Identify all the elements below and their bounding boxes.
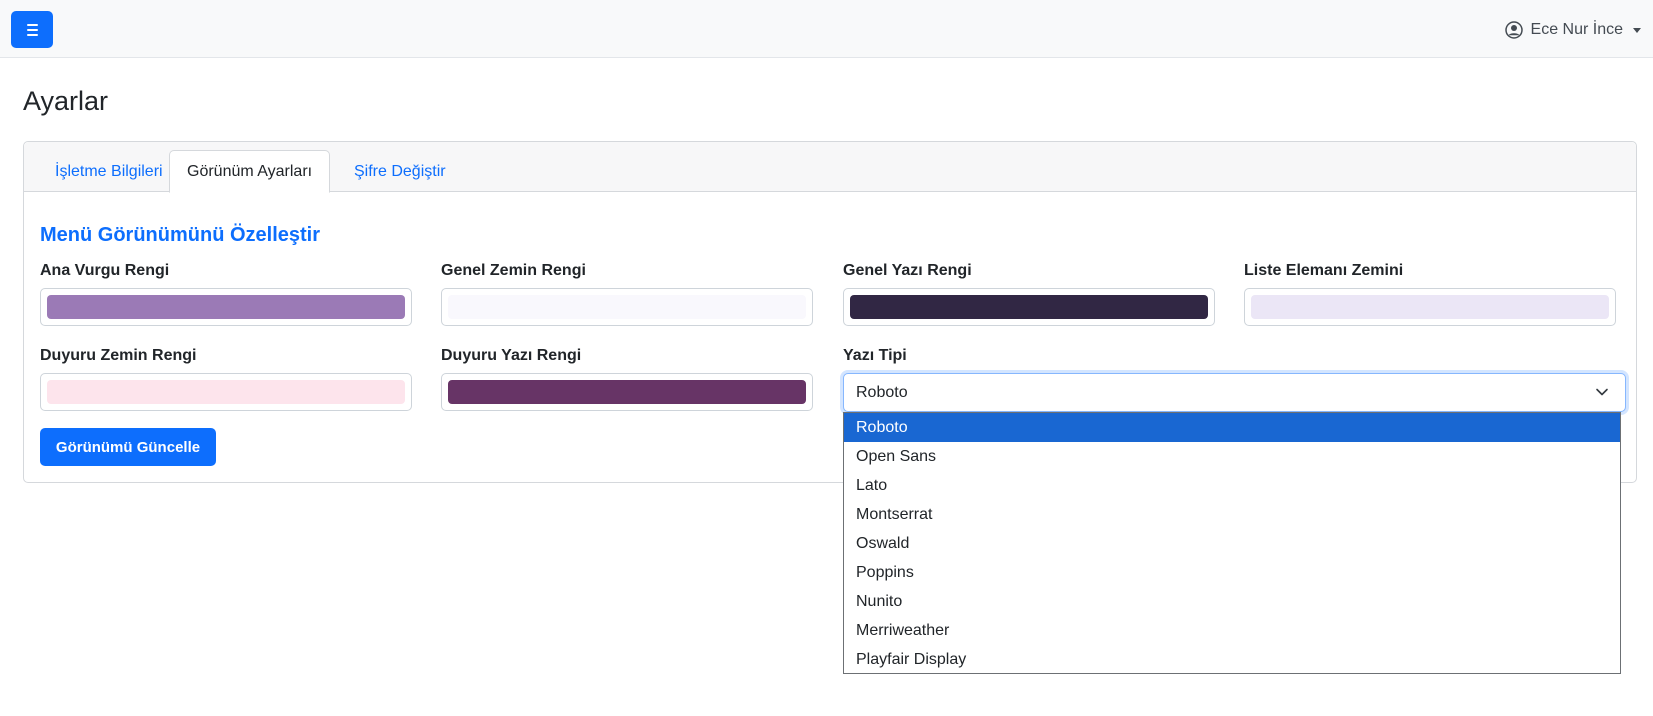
user-name: Ece Nur İnce: [1530, 21, 1623, 38]
page-title: Ayarlar: [23, 86, 109, 116]
font-option-merriweather[interactable]: Merriweather: [844, 616, 1620, 645]
field-label-list-item-background: Liste Elemanı Zemini: [1244, 262, 1404, 279]
field-label-general-text: Genel Yazı Rengi: [843, 262, 972, 279]
font-select-value: Roboto: [856, 383, 908, 401]
field-label-font: Yazı Tipi: [843, 347, 907, 364]
color-swatch: [47, 380, 405, 404]
font-select[interactable]: Roboto: [843, 373, 1626, 412]
color-input-announcement-text[interactable]: [441, 373, 813, 411]
field-label-general-background: Genel Zemin Rengi: [441, 262, 586, 279]
font-option-playfair-display[interactable]: Playfair Display: [844, 645, 1620, 674]
section-title: Menü Görünümünü Özelleştir: [40, 224, 321, 246]
font-option-oswald[interactable]: Oswald: [844, 529, 1620, 558]
color-input-general-text[interactable]: [843, 288, 1215, 326]
field-label-announcement-text: Duyuru Yazı Rengi: [441, 347, 582, 364]
font-option-montserrat[interactable]: Montserrat: [844, 500, 1620, 529]
color-input-general-background[interactable]: [441, 288, 813, 326]
font-option-nunito[interactable]: Nunito: [844, 587, 1620, 616]
font-option-poppins[interactable]: Poppins: [844, 558, 1620, 587]
font-option-roboto[interactable]: Roboto: [844, 413, 1620, 442]
color-swatch: [1251, 295, 1609, 319]
user-circle-icon: [1504, 21, 1523, 39]
color-input-announcement-background[interactable]: [40, 373, 412, 411]
tab-change-password[interactable]: Şifre Değiştir: [337, 150, 463, 193]
color-swatch: [448, 295, 806, 319]
update-appearance-button[interactable]: Görünümü Güncelle: [40, 428, 216, 466]
top-navbar: Ece Nur İnce: [0, 0, 1653, 58]
color-input-main-accent[interactable]: [40, 288, 412, 326]
tab-appearance-settings[interactable]: Görünüm Ayarları: [169, 150, 331, 193]
color-input-list-item-background[interactable]: [1244, 288, 1616, 326]
field-label-main-accent: Ana Vurgu Rengi: [40, 262, 170, 279]
field-label-announcement-background: Duyuru Zemin Rengi: [40, 347, 197, 364]
menu-toggle-button[interactable]: [11, 11, 53, 48]
color-swatch: [850, 295, 1208, 319]
font-dropdown-list: Roboto Open Sans Lato Montserrat Oswald …: [843, 412, 1621, 674]
hamburger-icon: [26, 23, 38, 36]
chevron-down-icon: [1596, 388, 1608, 396]
color-swatch: [448, 380, 806, 404]
font-option-lato[interactable]: Lato: [844, 471, 1620, 500]
tab-bar: İşletme Bilgileri Görünüm Ayarları Şifre…: [24, 142, 1636, 193]
font-option-open-sans[interactable]: Open Sans: [844, 442, 1620, 471]
user-menu[interactable]: Ece Nur İnce: [1504, 19, 1641, 41]
caret-down-icon: [1633, 27, 1641, 33]
tab-business-info[interactable]: İşletme Bilgileri: [38, 150, 180, 193]
color-swatch: [47, 295, 405, 319]
